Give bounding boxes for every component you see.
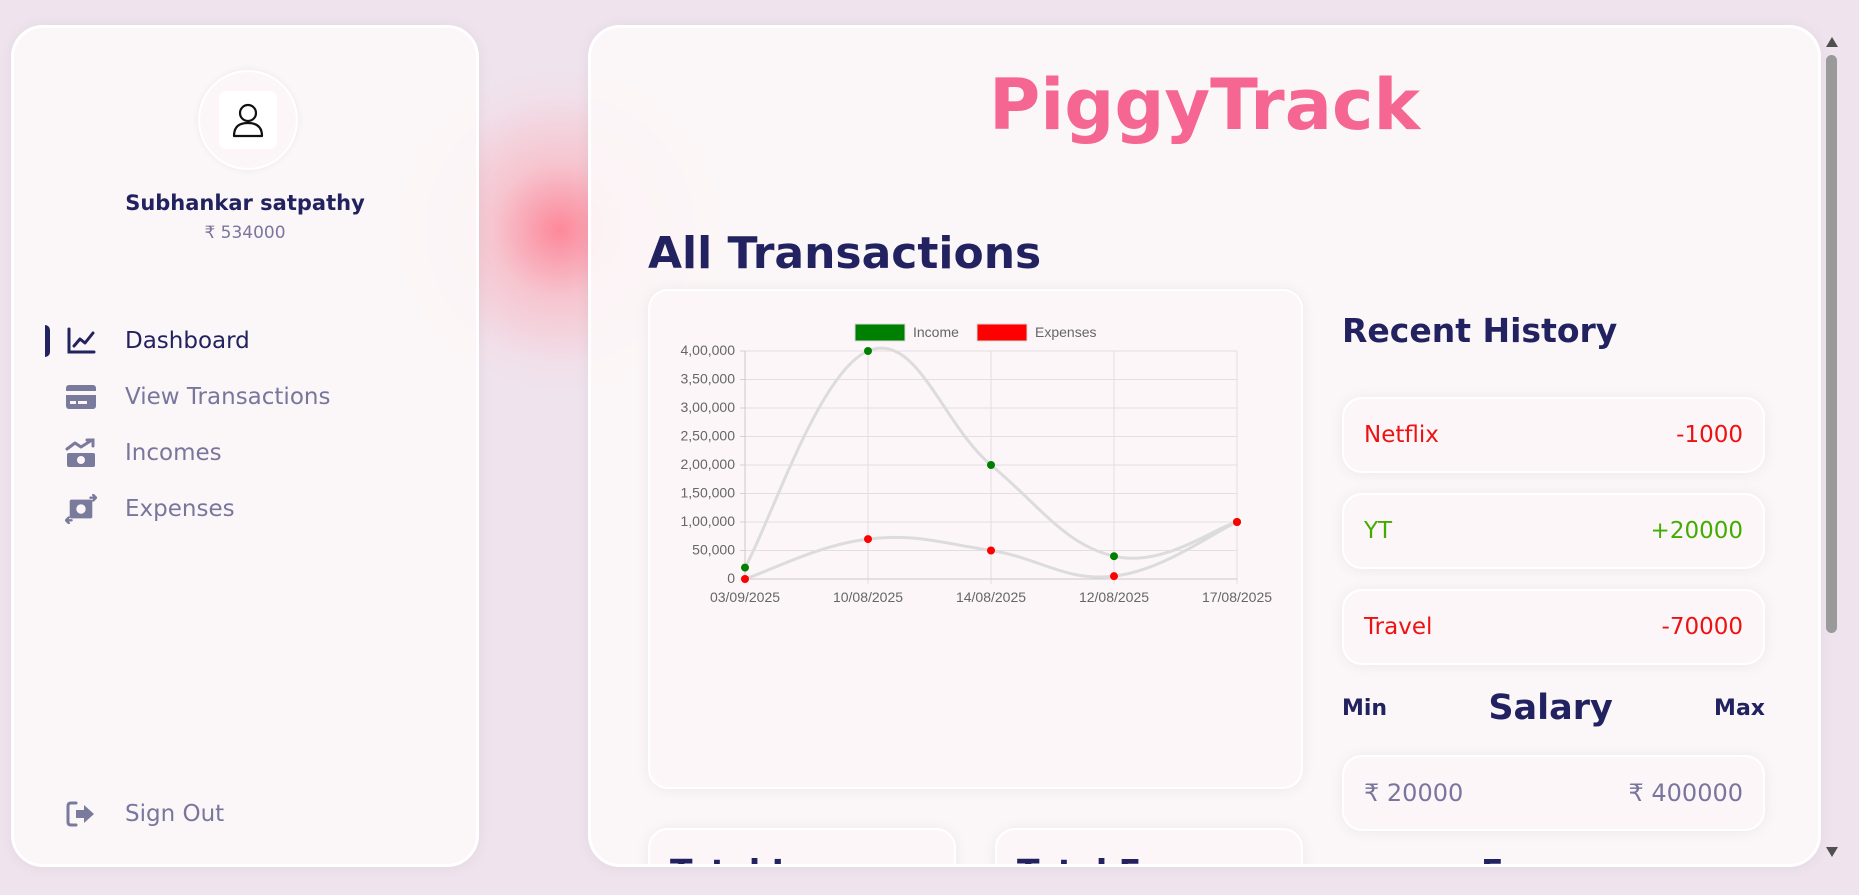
data-point-expenses bbox=[1233, 518, 1241, 526]
scroll-down-icon[interactable] bbox=[1826, 847, 1838, 857]
expense-heading: Expense bbox=[1481, 852, 1636, 864]
x-tick-label: 14/08/2025 bbox=[956, 589, 1026, 605]
nav-item-label: Incomes bbox=[125, 440, 222, 466]
main-content: PiggyTrack All Transactions 0 50,000 1,00,… bbox=[588, 25, 1821, 867]
data-point-income bbox=[741, 563, 749, 572]
data-point-income bbox=[864, 347, 872, 355]
y-tick-label: 3,50,000 bbox=[681, 371, 736, 387]
total-expense-card: Total Expense bbox=[995, 828, 1303, 864]
nav-item-view-transactions[interactable]: View Transactions bbox=[14, 369, 476, 425]
user-name: Subhankar satpathy bbox=[125, 191, 365, 215]
recent-history-title: Recent History bbox=[1342, 311, 1618, 350]
x-tick-label: 03/09/2025 bbox=[710, 589, 780, 605]
y-tick-label: 0 bbox=[727, 570, 735, 586]
history-item: Netflix -1000 bbox=[1342, 397, 1765, 473]
section-title: All Transactions bbox=[648, 228, 1042, 279]
salary-max-label: Max bbox=[1714, 695, 1765, 721]
x-tick-label: 10/08/2025 bbox=[833, 589, 903, 605]
y-tick-label: 2,50,000 bbox=[681, 428, 736, 444]
total-expense-title: Total Expense bbox=[1017, 852, 1274, 864]
data-point-income bbox=[1110, 552, 1118, 561]
history-amount: -1000 bbox=[1676, 422, 1743, 448]
nav-item-expenses[interactable]: Expenses bbox=[14, 481, 476, 537]
nav-item-dashboard[interactable]: Dashboard bbox=[14, 313, 476, 369]
legend-label: Income bbox=[913, 324, 959, 340]
y-tick-label: 1,00,000 bbox=[681, 513, 736, 529]
money-bill-trend-up-icon bbox=[65, 437, 97, 469]
data-point-expenses bbox=[987, 546, 995, 555]
credit-card-icon bbox=[65, 381, 97, 413]
total-income-title: Total Income bbox=[670, 852, 906, 864]
legend-swatch-expenses bbox=[976, 323, 1028, 342]
salary-header: Min Salary Max bbox=[1342, 688, 1765, 728]
sign-out-label: Sign Out bbox=[125, 801, 225, 827]
salary-range: ₹ 20000 ₹ 400000 bbox=[1342, 755, 1765, 831]
data-point-expenses bbox=[741, 575, 749, 583]
nav-item-label: View Transactions bbox=[125, 384, 331, 410]
transactions-chart-card: 0 50,000 1,00,000 1,50,000 2,00,000 2,50,000 3… bbox=[648, 289, 1303, 789]
data-point-expenses bbox=[864, 535, 872, 544]
avatar[interactable] bbox=[198, 70, 298, 170]
user-balance: ₹ 534000 bbox=[204, 223, 286, 243]
scroll-up-icon[interactable] bbox=[1826, 37, 1838, 47]
y-tick-label: 2,00,000 bbox=[681, 456, 736, 472]
transactions-chart: 0 50,000 1,00,000 1,50,000 2,00,000 2,50,000 3… bbox=[681, 323, 1272, 605]
salary-title: Salary bbox=[1488, 688, 1613, 728]
history-title: YT bbox=[1364, 518, 1393, 544]
chart-line-icon bbox=[65, 325, 97, 357]
page-scrollbar[interactable] bbox=[1823, 33, 1840, 861]
history-title: Travel bbox=[1364, 614, 1433, 640]
scroll-thumb[interactable] bbox=[1826, 55, 1837, 633]
total-income-card: Total Income bbox=[648, 828, 956, 864]
salary-max-value: ₹ 400000 bbox=[1628, 779, 1743, 807]
data-point-expenses bbox=[1110, 572, 1118, 581]
x-tick-label: 12/08/2025 bbox=[1079, 589, 1149, 605]
x-tick-label: 17/08/2025 bbox=[1202, 589, 1272, 605]
salary-min-value: ₹ 20000 bbox=[1364, 779, 1464, 807]
money-bill-transfer-icon bbox=[65, 493, 97, 525]
y-tick-label: 4,00,000 bbox=[681, 342, 736, 358]
salary-min-label: Min bbox=[1342, 695, 1388, 721]
user-icon bbox=[232, 103, 264, 138]
legend-label: Expenses bbox=[1035, 324, 1096, 340]
history-amount: +20000 bbox=[1650, 518, 1743, 544]
nav-menu: Dashboard View Transactions Incomes Expe… bbox=[14, 313, 476, 537]
sign-out-button[interactable]: Sign Out bbox=[65, 798, 224, 830]
nav-item-label: Expenses bbox=[125, 496, 235, 522]
y-tick-label: 3,00,000 bbox=[681, 399, 736, 415]
legend-swatch-income bbox=[854, 323, 906, 342]
history-item: YT +20000 bbox=[1342, 493, 1765, 569]
y-tick-label: 50,000 bbox=[692, 542, 735, 558]
history-title: Netflix bbox=[1364, 422, 1439, 448]
y-tick-label: 1,50,000 bbox=[681, 485, 736, 501]
data-point-income bbox=[987, 461, 995, 469]
history-amount: -70000 bbox=[1661, 614, 1743, 640]
nav-item-label: Dashboard bbox=[125, 328, 250, 354]
nav-item-incomes[interactable]: Incomes bbox=[14, 425, 476, 481]
sidebar: Subhankar satpathy ₹ 534000 Dashboard Vi… bbox=[11, 25, 479, 867]
history-item: Travel -70000 bbox=[1342, 589, 1765, 665]
app-title: PiggyTrack bbox=[988, 64, 1420, 146]
sign-out-icon bbox=[65, 798, 97, 830]
